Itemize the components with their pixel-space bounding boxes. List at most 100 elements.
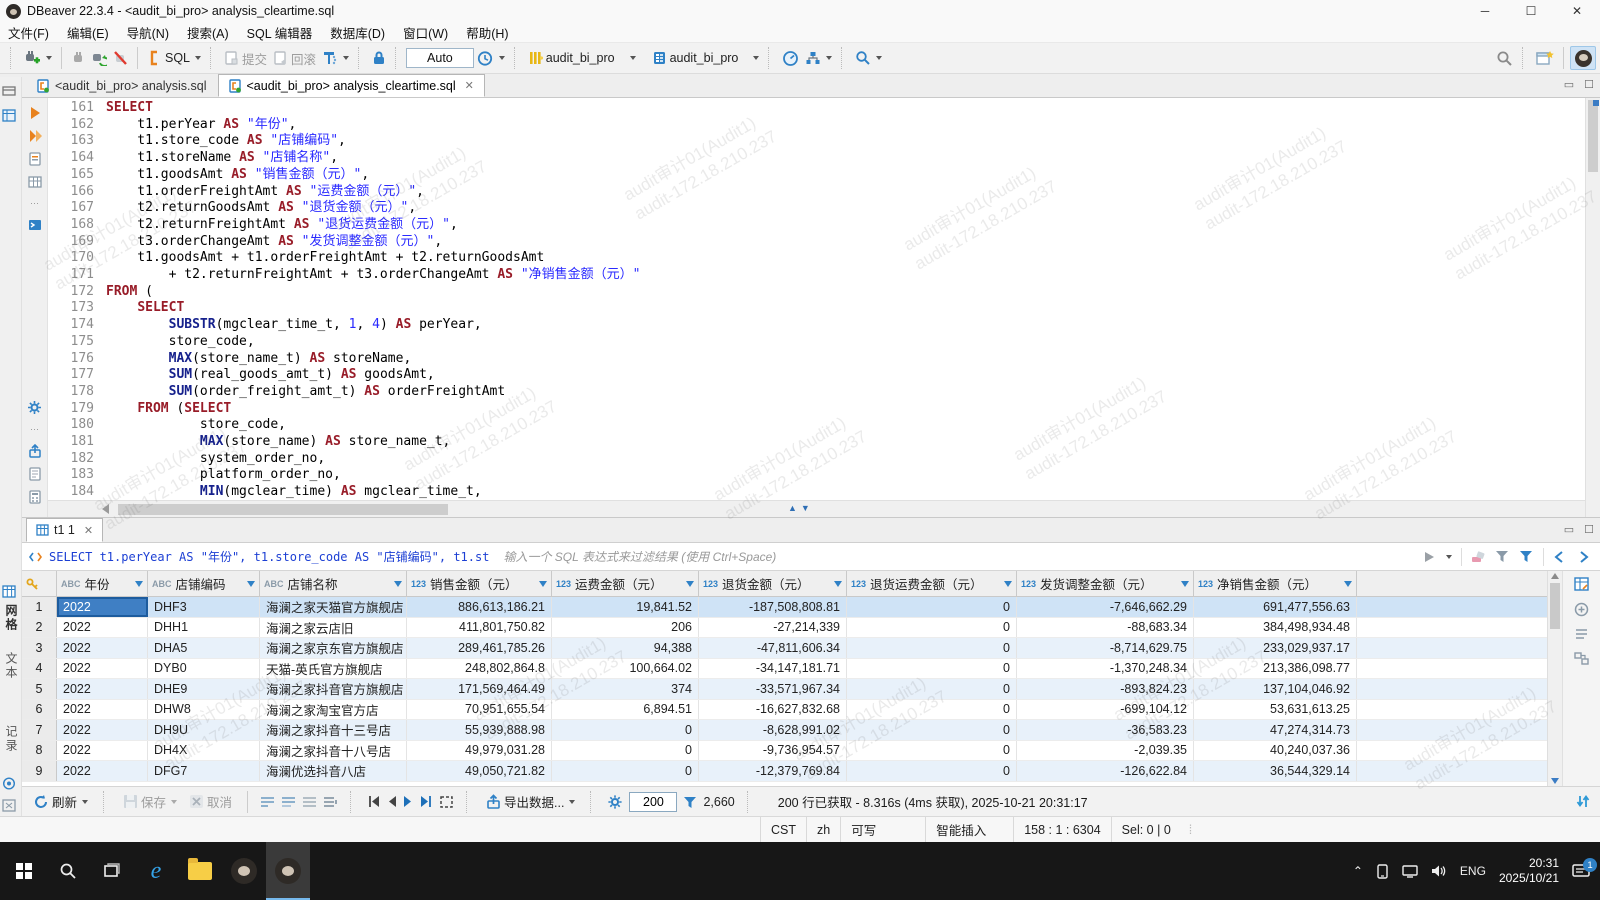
statusbar-item[interactable]: 智能插入: [925, 817, 1013, 842]
menu-item[interactable]: 编辑(E): [67, 23, 109, 42]
column-filter-icon[interactable]: [394, 581, 402, 587]
column-header-5[interactable]: 123运费金额（元）: [552, 571, 699, 596]
tray-phone-icon[interactable]: [1376, 864, 1389, 879]
column-filter-icon[interactable]: [1181, 581, 1189, 587]
transaction-history-button[interactable]: [474, 48, 508, 69]
grid-cell[interactable]: 384,498,934.48: [1194, 618, 1357, 638]
restore-panel-icon[interactable]: [2, 85, 20, 97]
grid-cell[interactable]: -33,571,967.34: [699, 679, 847, 699]
clear-filter-icon[interactable]: [1471, 550, 1486, 564]
grid-cell[interactable]: DYB0: [148, 659, 260, 679]
column-header-4[interactable]: 123销售金额（元）: [407, 571, 552, 596]
tab-analysis-cleartime-sql[interactable]: <audit_bi_pro> analysis_cleartime.sql ✕: [218, 74, 485, 97]
grid-cell[interactable]: 2022: [57, 679, 148, 699]
grid-cell[interactable]: 47,274,314.73: [1194, 720, 1357, 740]
filter-input[interactable]: 输入一个 SQL 表达式来过滤结果 (使用 Ctrl+Space): [503, 548, 776, 565]
connection-selector[interactable]: audit_bi_pro: [525, 48, 639, 68]
database-navigator-icon[interactable]: [2, 109, 20, 122]
grid-cell[interactable]: 137,104,046.92: [1194, 679, 1357, 699]
calc-panel-icon[interactable]: [1574, 602, 1589, 617]
user-profile-button[interactable]: [1570, 46, 1596, 70]
apply-filter-icon[interactable]: [1424, 551, 1435, 563]
grid-cell[interactable]: 2022: [57, 720, 148, 740]
grid-cell[interactable]: 海澜之家天猫官方旗舰店: [260, 597, 407, 617]
metadata-panel-icon[interactable]: [1574, 627, 1589, 641]
fetch-size-input[interactable]: [629, 792, 677, 812]
column-filter-icon[interactable]: [247, 581, 255, 587]
first-page-icon[interactable]: [367, 795, 381, 808]
grid-cell[interactable]: 70,951,655.54: [407, 700, 552, 720]
grid-cell[interactable]: 411,801,750.82: [407, 618, 552, 638]
task-view-button[interactable]: [90, 842, 134, 900]
next-page-icon[interactable]: [403, 795, 413, 808]
table-row[interactable]: 12022DHF3海澜之家天猫官方旗舰店886,613,186.2119,841…: [22, 597, 1547, 618]
taskbar-ie-button[interactable]: e: [134, 842, 178, 900]
export-result-icon[interactable]: [28, 444, 42, 458]
panel-settings-icon[interactable]: [2, 799, 20, 812]
grid-cell[interactable]: DHE9: [148, 679, 260, 699]
table-row[interactable]: 62022DHW8海澜之家淘宝官方店70,951,655.546,894.51-…: [22, 700, 1547, 721]
filter-forward-icon[interactable]: [1576, 551, 1590, 563]
grid-cell[interactable]: -7,646,662.29: [1017, 597, 1194, 617]
grid-cell[interactable]: 0: [847, 597, 1017, 617]
tray-network-icon[interactable]: [1402, 864, 1418, 878]
record-mode-icon[interactable]: [2, 777, 20, 790]
editor-vertical-scrollbar[interactable]: [1585, 98, 1600, 517]
fetch-settings-gear-icon[interactable]: [607, 794, 623, 810]
execute-script-icon[interactable]: [28, 129, 42, 143]
column-filter-icon[interactable]: [1344, 581, 1352, 587]
column-header-8[interactable]: 123发货调整金额（元）: [1017, 571, 1194, 596]
grid-vertical-scrollbar[interactable]: [1547, 571, 1562, 786]
lock-button[interactable]: [369, 48, 389, 68]
export-data-button[interactable]: 导出数据...: [483, 790, 578, 813]
grid-cell[interactable]: -893,824.23: [1017, 679, 1194, 699]
grid-cell[interactable]: 海澜优选抖音八店: [260, 761, 407, 781]
tab-analysis-sql[interactable]: <audit_bi_pro> analysis.sql: [26, 74, 218, 97]
grid-cell[interactable]: 49,050,721.82: [407, 761, 552, 781]
grid-cell[interactable]: 248,802,864.8: [407, 659, 552, 679]
row-number[interactable]: 9: [22, 761, 57, 781]
tray-expand-icon[interactable]: ⌃: [1353, 864, 1363, 878]
grid-cell[interactable]: 0: [847, 618, 1017, 638]
script-doc-icon[interactable]: [28, 467, 42, 481]
row-number[interactable]: 4: [22, 659, 57, 679]
disconnect-button[interactable]: [110, 48, 131, 68]
minimize-view-icon[interactable]: ▭: [1564, 78, 1574, 91]
grid-view-tab[interactable]: 网格: [3, 604, 20, 632]
row-number[interactable]: 2: [22, 618, 57, 638]
network-profile-button[interactable]: [802, 48, 835, 68]
editor-horizontal-scrollbar[interactable]: ▲▼: [48, 500, 1585, 517]
statusbar-item[interactable]: CST: [760, 817, 806, 842]
cancel-button[interactable]: 取消: [186, 790, 235, 813]
grid-cell[interactable]: 55,939,888.98: [407, 720, 552, 740]
save-button[interactable]: 保存: [120, 790, 180, 813]
grid-cell[interactable]: 233,029,937.17: [1194, 638, 1357, 658]
action-center-button[interactable]: 1: [1572, 863, 1590, 879]
references-panel-icon[interactable]: [1574, 651, 1589, 665]
taskbar-search-button[interactable]: [46, 842, 90, 900]
scroll-up-arrow[interactable]: [1551, 573, 1559, 579]
database-selector[interactable]: audit_bi_pro: [649, 48, 763, 68]
reconnect-button[interactable]: [88, 48, 110, 68]
column-filter-icon[interactable]: [539, 581, 547, 587]
grid-cell[interactable]: 0: [552, 741, 699, 761]
grid-cell[interactable]: 36,544,329.14: [1194, 761, 1357, 781]
statusbar-item[interactable]: 158 : 1 : 6304: [1013, 817, 1110, 842]
grid-corner-readonly[interactable]: [22, 571, 57, 596]
sql-editor-button[interactable]: SQL: [144, 48, 204, 68]
refresh-button[interactable]: 刷新: [30, 790, 91, 813]
grid-cell[interactable]: 2022: [57, 741, 148, 761]
menu-item[interactable]: 搜索(A): [187, 23, 229, 42]
grid-cell[interactable]: 289,461,785.26: [407, 638, 552, 658]
grid-cell[interactable]: 53,631,613.25: [1194, 700, 1357, 720]
add-row-icon[interactable]: [260, 795, 275, 809]
commit-button[interactable]: 提交: [221, 47, 270, 70]
maximize-results-icon[interactable]: ☐: [1584, 523, 1594, 536]
menu-item[interactable]: 帮助(H): [466, 23, 508, 42]
grid-icon[interactable]: [28, 175, 42, 189]
grid-cell[interactable]: DH9U: [148, 720, 260, 740]
minimize-button[interactable]: ─: [1462, 0, 1508, 22]
menu-item[interactable]: SQL 编辑器: [247, 23, 313, 42]
grid-cell[interactable]: 0: [552, 720, 699, 740]
taskbar-clock[interactable]: 20:31 2025/10/21: [1499, 856, 1559, 886]
